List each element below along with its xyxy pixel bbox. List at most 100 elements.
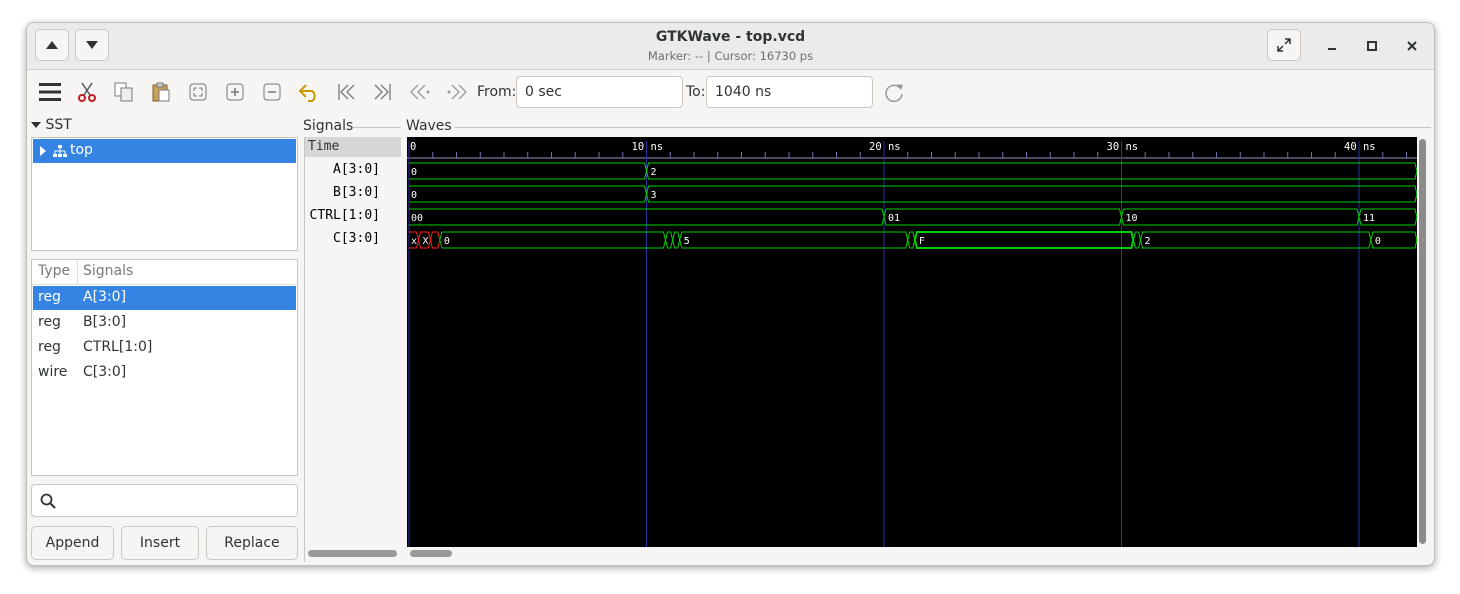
- trace-row: 02: [409, 162, 1418, 180]
- trace-row: xX 0 5 F 2 0: [409, 231, 1418, 249]
- fullscreen-icon: [1277, 38, 1291, 52]
- list-item[interactable]: wire C[3:0]: [33, 361, 296, 385]
- copy-icon: [114, 82, 133, 102]
- go-start-icon: [338, 84, 355, 100]
- zoom-fit-icon: [189, 83, 207, 101]
- signals-pane-label: Signals: [303, 118, 354, 134]
- wave-canvas[interactable]: 0 10 ns 20 ns 30 ns 40 ns 0 2 0 3 00 01 10 11 x X 0 5 F 2 0: [407, 137, 1418, 547]
- signal-name: B[3:0]: [83, 314, 127, 330]
- reload-icon: [885, 84, 903, 102]
- value-segment: [883, 208, 1123, 226]
- value-segment: [1132, 231, 1142, 249]
- waves-horizontal-scrollbar[interactable]: [410, 550, 452, 557]
- list-item[interactable]: reg B[3:0]: [33, 311, 296, 335]
- value-label: 11: [1363, 213, 1375, 224]
- close-icon: [1407, 41, 1417, 51]
- undo-icon: [298, 84, 316, 102]
- time-row: Time: [305, 137, 401, 157]
- signals-pane: Time A[3:0] B[3:0] CTRL[1:0] C[3:0]: [304, 137, 402, 562]
- minimize-icon: [1328, 48, 1336, 50]
- search-icon: [40, 493, 56, 509]
- value-segment: [1139, 231, 1372, 249]
- value-label: 2: [1145, 236, 1151, 247]
- paste-button[interactable]: [149, 80, 173, 104]
- to-input[interactable]: 1040 ns: [706, 76, 873, 108]
- value-label: 0: [411, 167, 417, 178]
- signal-type: reg: [38, 339, 61, 355]
- paste-icon: [152, 82, 170, 102]
- from-input[interactable]: 0 sec: [516, 76, 683, 108]
- value-segment: [679, 231, 909, 249]
- signal-row-name[interactable]: A[3:0]: [333, 162, 380, 177]
- reload-button[interactable]: [882, 80, 906, 104]
- value-segment: [664, 231, 674, 249]
- ruler-tick-label: 30 ns: [1107, 141, 1139, 153]
- cut-button[interactable]: [75, 80, 99, 104]
- insert-button[interactable]: Insert: [121, 526, 199, 560]
- title-bar: GTKWave - top.vcd Marker: -- | Cursor: 1…: [27, 23, 1434, 70]
- copy-button[interactable]: [112, 80, 136, 104]
- signal-row-name[interactable]: C[3:0]: [333, 231, 380, 246]
- menu-icon: [39, 83, 61, 101]
- undo-button[interactable]: [297, 80, 321, 104]
- zoom-in-button[interactable]: [223, 80, 247, 104]
- value-label: 0: [1375, 236, 1381, 247]
- append-button[interactable]: Append: [31, 526, 114, 560]
- minimize-button[interactable]: [1321, 35, 1343, 57]
- waves-vertical-scrollbar[interactable]: [1419, 139, 1426, 544]
- next-edge-button[interactable]: [445, 80, 469, 104]
- go-start-button[interactable]: [334, 80, 358, 104]
- sst-label: SST: [45, 117, 72, 133]
- signal-row-name[interactable]: B[3:0]: [333, 185, 380, 200]
- toolbar: From: 0 sec To: 1040 ns: [27, 70, 1434, 116]
- value-segment: [907, 231, 916, 249]
- signal-row-name[interactable]: CTRL[1:0]: [310, 208, 380, 223]
- value-label: 3: [651, 190, 657, 201]
- signals-scrollbar[interactable]: [308, 550, 397, 557]
- go-end-button[interactable]: [371, 80, 395, 104]
- value-segment: [645, 185, 1418, 203]
- signal-list-header: Type Signals: [32, 260, 297, 285]
- search-input[interactable]: [31, 484, 298, 517]
- value-label: 10: [1126, 213, 1138, 224]
- value-segment: [645, 162, 1418, 180]
- ruler-tick-label: 10 ns: [632, 141, 664, 153]
- go-end-icon: [374, 84, 391, 100]
- tree-item-top[interactable]: top: [33, 139, 296, 163]
- time-label: Time: [308, 139, 340, 154]
- menu-button[interactable]: [38, 80, 62, 104]
- value-label: F: [919, 236, 925, 247]
- value-segment: [409, 162, 648, 180]
- value-segment: [409, 185, 648, 203]
- value-label: 0: [444, 236, 450, 247]
- prev-edge-button[interactable]: [408, 80, 432, 104]
- value-label: 2: [651, 167, 657, 178]
- list-item[interactable]: reg A[3:0]: [33, 286, 296, 310]
- hierarchy-icon: [53, 145, 67, 157]
- column-signals[interactable]: Signals: [83, 263, 133, 279]
- zoom-out-button[interactable]: [260, 80, 284, 104]
- zoom-fit-button[interactable]: [186, 80, 210, 104]
- replace-button[interactable]: Replace: [206, 526, 298, 560]
- expander-down-icon: [31, 122, 41, 128]
- value-label: 5: [684, 236, 690, 247]
- value-label: X: [423, 236, 429, 247]
- window-title: GTKWave - top.vcd: [655, 29, 806, 45]
- maximize-button[interactable]: [1361, 35, 1383, 57]
- expander-right-icon[interactable]: [39, 146, 47, 156]
- signal-type: reg: [38, 289, 61, 305]
- list-item[interactable]: reg CTRL[1:0]: [33, 336, 296, 360]
- tree-item-label: top: [70, 142, 93, 158]
- sst-expander[interactable]: SST: [31, 117, 72, 133]
- zoom-in-icon: [226, 83, 244, 101]
- close-button[interactable]: [1401, 35, 1423, 57]
- window-subtitle: Marker: -- | Cursor: 16730 ps: [647, 49, 814, 63]
- fullscreen-button[interactable]: [1267, 29, 1301, 61]
- next-edge-icon: [447, 84, 467, 100]
- value-label: 0: [411, 190, 417, 201]
- trace-row: 00 01 10 11: [409, 208, 1418, 226]
- value-label: x: [411, 236, 417, 247]
- value-segment: [1120, 208, 1360, 226]
- column-type[interactable]: Type: [38, 263, 70, 279]
- cut-icon: [78, 82, 96, 102]
